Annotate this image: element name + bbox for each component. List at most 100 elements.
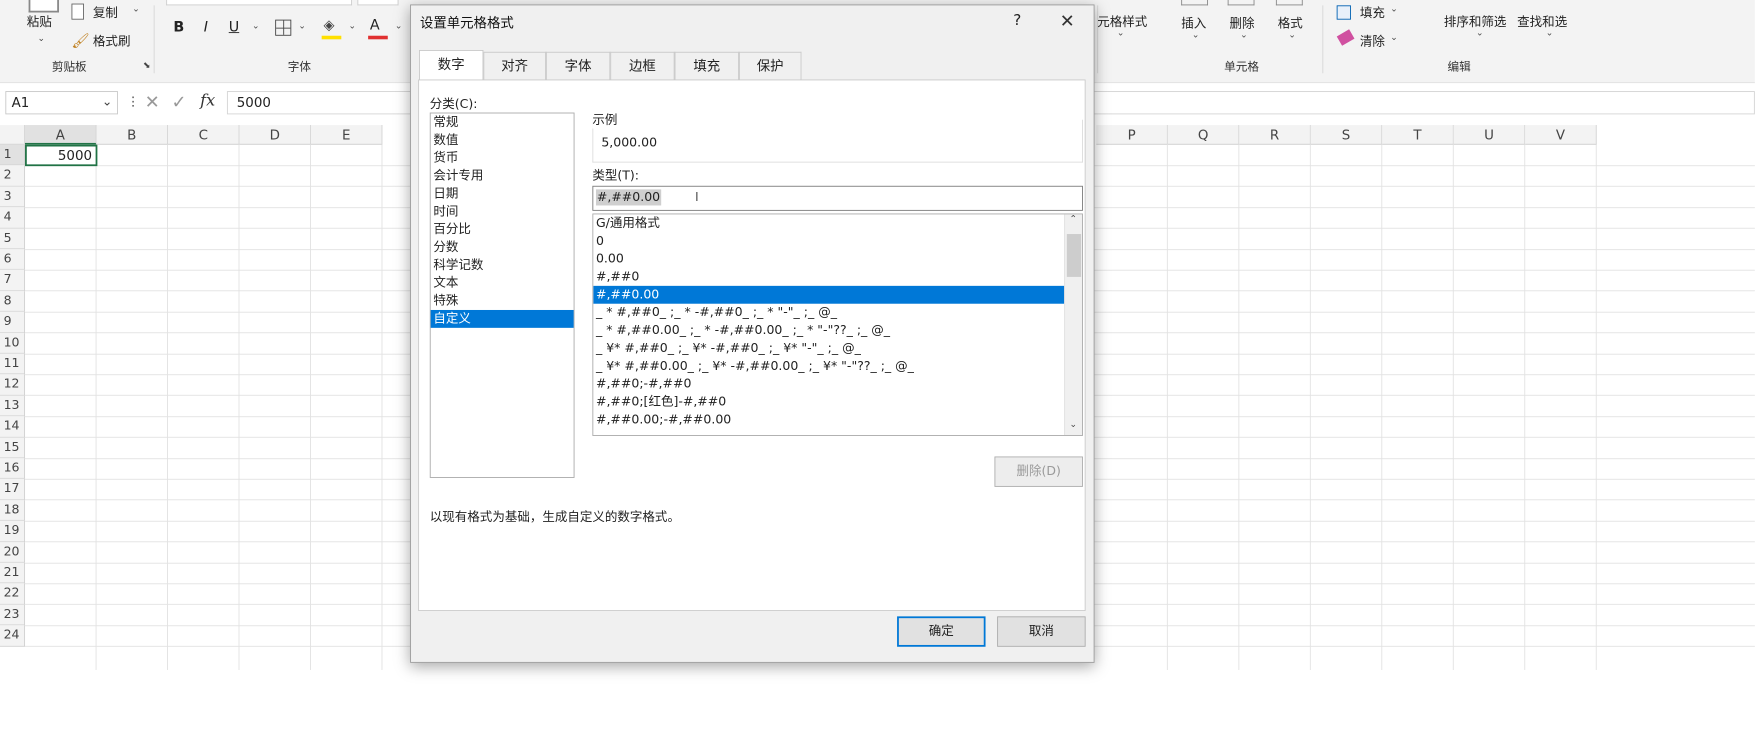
ok-button[interactable]: 确定 [897,616,986,647]
format-chevron-icon[interactable]: ⌄ [1288,30,1295,40]
row-header-10[interactable]: 10 [0,332,26,354]
row-header-15[interactable]: 15 [0,437,26,459]
font-color-icon[interactable]: A [370,16,380,33]
type-input[interactable]: #,##0.00 I [592,185,1083,211]
row-header-16[interactable]: 16 [0,458,26,480]
tab-fill[interactable]: 填充 [674,51,739,80]
column-header-V[interactable]: V [1525,125,1597,145]
tab-number[interactable]: 数字 [419,50,484,80]
column-header-S[interactable]: S [1310,125,1383,145]
type-item[interactable]: #,##0.00 [593,285,1066,304]
column-header-E[interactable]: E [310,125,383,145]
type-item[interactable]: 0 [593,232,1082,250]
tab-alignment[interactable]: 对齐 [483,51,546,80]
clipboard-launcher-icon[interactable]: ⬊ [143,61,150,71]
font-name-box[interactable] [166,0,353,6]
type-item[interactable]: _ * #,##0.00_ ;_ * -#,##0.00_ ;_ * "-"??… [593,322,1082,340]
tab-protection[interactable]: 保护 [738,51,802,80]
category-item[interactable]: 会计专用 [431,167,574,185]
italic-button[interactable]: I [204,18,208,35]
borders-icon[interactable] [275,19,292,36]
type-item[interactable]: G/通用格式 [593,214,1082,232]
scroll-down-icon[interactable]: ⌄ [1070,420,1077,430]
font-size-box[interactable] [357,0,399,6]
copy-chevron-icon[interactable]: ⌄ [132,4,139,14]
row-header-17[interactable]: 17 [0,479,26,501]
bold-button[interactable]: B [173,18,184,35]
sort-filter-chevron-icon[interactable]: ⌄ [1476,29,1483,39]
row-header-13[interactable]: 13 [0,395,26,417]
type-item[interactable]: 0.00 [593,250,1082,268]
category-item[interactable]: 自定义 [430,309,574,328]
type-item[interactable]: #,##0;-#,##0 [593,375,1082,393]
paste-chevron-icon[interactable]: ⌄ [38,34,45,44]
type-list-scrollbar[interactable]: ⌃ ⌄ [1064,214,1083,436]
row-header-6[interactable]: 6 [0,249,26,271]
fill-color-icon[interactable]: ◈ [323,16,334,33]
category-item[interactable]: 时间 [431,203,574,221]
row-header-9[interactable]: 9 [0,311,26,333]
column-header-A[interactable]: A [25,125,97,145]
tab-font[interactable]: 字体 [545,51,611,80]
row-header-20[interactable]: 20 [0,541,26,563]
category-item[interactable]: 科学记数 [431,256,574,274]
row-header-22[interactable]: 22 [0,583,26,605]
category-item[interactable]: 常规 [431,113,574,131]
fill-color-chevron-icon[interactable]: ⌄ [348,21,355,31]
underline-chevron-icon[interactable]: ⌄ [252,21,259,31]
type-item[interactable]: #,##0.00;-#,##0.00 [593,411,1082,429]
type-item[interactable]: #,##0;[红色]-#,##0 [593,393,1082,411]
insert-function-icon[interactable]: fx [200,91,215,110]
font-color-chevron-icon[interactable]: ⌄ [395,21,402,31]
tab-border[interactable]: 边框 [610,51,675,80]
category-list[interactable]: 常规 数值 货币 会计专用 日期 时间 百分比 分数 科学记数 文本 特殊 自定义 [429,112,575,478]
category-item[interactable]: 数值 [431,131,574,149]
delete-chevron-icon[interactable]: ⌄ [1240,30,1247,40]
insert-chevron-icon[interactable]: ⌄ [1192,30,1199,40]
column-header-B[interactable]: B [96,125,168,145]
more-options-icon[interactable]: ⋮ [127,95,140,109]
cell-styles-chevron-icon[interactable]: ⌄ [1117,29,1124,39]
category-item[interactable]: 特殊 [431,292,574,310]
row-header-5[interactable]: 5 [0,228,26,250]
type-item[interactable]: #,##0 [593,268,1082,286]
column-header-R[interactable]: R [1239,125,1311,145]
help-button[interactable]: ? [1013,12,1021,30]
row-header-24[interactable]: 24 [0,625,26,647]
copy-button[interactable]: 复制 [93,4,118,22]
format-painter-button[interactable]: 格式刷 [93,32,131,50]
clear-button[interactable]: 清除 [1360,32,1385,50]
paste-icon[interactable] [28,0,59,13]
name-box-chevron-icon[interactable]: ⌄ [102,95,112,109]
row-header-7[interactable]: 7 [0,270,26,292]
enter-icon[interactable]: ✓ [172,91,187,112]
type-item[interactable]: _ ¥* #,##0.00_ ;_ ¥* -#,##0.00_ ;_ ¥* "-… [593,357,1082,375]
column-header-T[interactable]: T [1382,125,1454,145]
row-header-4[interactable]: 4 [0,207,26,229]
cancel-button[interactable]: 取消 [997,616,1086,647]
category-item[interactable]: 日期 [431,185,574,203]
row-header-18[interactable]: 18 [0,500,26,521]
column-header-Q[interactable]: Q [1167,125,1240,145]
type-list[interactable]: G/通用格式 0 0.00 #,##0 #,##0.00 _ * #,##0_ ;_ * … [592,213,1083,436]
row-header-21[interactable]: 21 [0,562,26,584]
row-header-12[interactable]: 12 [0,374,26,396]
column-header-P[interactable]: P [1096,125,1168,145]
cell-a1[interactable]: 5000 [25,144,98,167]
row-header-23[interactable]: 23 [0,604,26,626]
scrollbar-thumb[interactable] [1066,234,1082,277]
cancel-icon[interactable]: ✕ [145,91,160,112]
column-header-C[interactable]: C [167,125,240,145]
clear-chevron-icon[interactable]: ⌄ [1390,33,1397,43]
row-header-3[interactable]: 3 [0,186,26,208]
category-item[interactable]: 文本 [431,274,574,292]
select-all-corner[interactable] [0,125,26,145]
column-header-U[interactable]: U [1453,125,1526,145]
type-item[interactable]: _ * #,##0_ ;_ * -#,##0_ ;_ * "-"_ ;_ @_ [593,304,1082,322]
row-header-11[interactable]: 11 [0,353,26,375]
row-header-19[interactable]: 19 [0,520,26,542]
underline-button[interactable]: U [229,18,239,35]
category-item[interactable]: 分数 [431,239,574,257]
category-item[interactable]: 货币 [431,149,574,167]
find-select-chevron-icon[interactable]: ⌄ [1546,29,1553,39]
